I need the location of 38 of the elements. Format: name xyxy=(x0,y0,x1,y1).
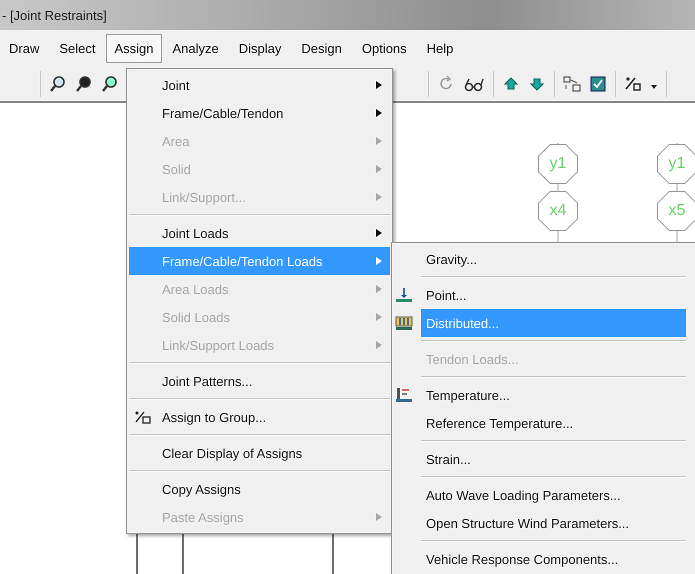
group-percent-icon xyxy=(134,409,152,425)
zoom-out-icon[interactable] xyxy=(101,74,119,92)
menu-item[interactable]: Vehicle Response Components... xyxy=(421,545,686,573)
menu-item[interactable]: Copy Assigns xyxy=(129,475,390,503)
menu-bar-item[interactable]: Select xyxy=(50,32,104,64)
temperature-load-icon xyxy=(395,387,413,403)
checkbox-icon[interactable] xyxy=(589,74,607,92)
menu-bar-item[interactable]: Design xyxy=(292,32,351,64)
menu-item[interactable]: Auto Wave Loading Parameters... xyxy=(421,481,686,509)
menu-bar-item[interactable]: Help xyxy=(418,32,462,64)
menu-bar-item[interactable]: Draw xyxy=(0,32,48,64)
menu-bar-item[interactable]: Display xyxy=(230,32,290,64)
joint-label: y1 xyxy=(538,144,578,184)
menu-item[interactable]: Temperature... xyxy=(421,381,686,409)
menu-item[interactable]: Open Structure Wind Parameters... xyxy=(421,509,686,537)
menu-item[interactable]: Joint Loads xyxy=(129,219,390,247)
select-frame-icon[interactable] xyxy=(563,74,581,92)
menu-item[interactable]: Point... xyxy=(421,281,686,309)
up-arrow-icon[interactable] xyxy=(502,74,520,92)
distributed-load-icon xyxy=(395,315,413,331)
menu-item[interactable]: Frame/Cable/Tendon xyxy=(129,99,390,127)
window-title: - [Joint Restraints] xyxy=(2,8,107,22)
menu-item[interactable]: Joint Patterns... xyxy=(129,367,390,395)
menu-item[interactable]: Reference Temperature... xyxy=(421,409,686,437)
joint-label: x4 xyxy=(538,191,578,231)
group-percent-icon[interactable] xyxy=(624,74,642,92)
joint-label: x5 xyxy=(657,191,695,231)
zoom-window-icon[interactable] xyxy=(49,74,67,92)
menu-bar-item[interactable]: Analyze xyxy=(164,32,228,64)
zoom-in-icon[interactable] xyxy=(75,74,93,92)
point-load-icon xyxy=(395,287,413,303)
menu-item[interactable]: Clear Display of Assigns xyxy=(129,439,390,467)
menu-bar-item[interactable]: Assign xyxy=(106,34,162,62)
joint-label: y1 xyxy=(657,144,695,184)
menu-item[interactable]: Gravity... xyxy=(421,245,686,273)
menu-item[interactable]: Strain... xyxy=(421,445,686,473)
menu-bar-item[interactable]: Options xyxy=(352,32,416,64)
menu-item[interactable]: Assign to Group... xyxy=(129,403,390,431)
